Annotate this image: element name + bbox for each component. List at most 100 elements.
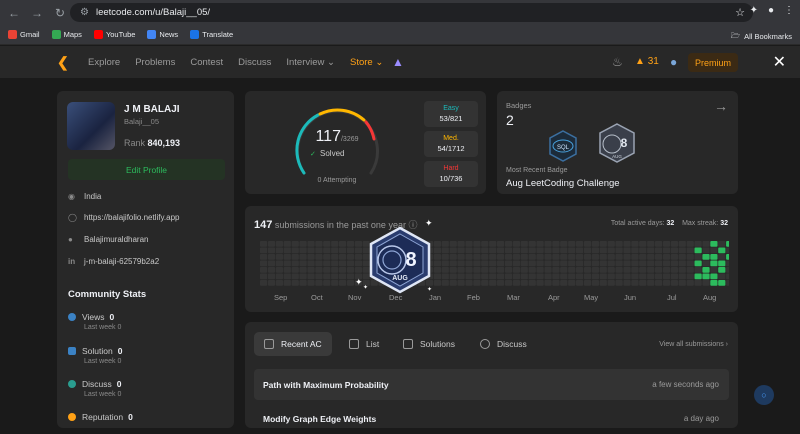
- solved-label: Solved: [320, 149, 344, 158]
- reload-icon[interactable]: ↻: [51, 4, 69, 22]
- heatmap-cell: [670, 267, 678, 273]
- heatmap-cell: [726, 254, 729, 260]
- github-row[interactable]: ● Balajimuraldharan: [68, 235, 148, 244]
- heatmap-cell: [607, 273, 615, 280]
- profile-name: J M BALAJI: [124, 104, 180, 115]
- fire-icon: ▲: [635, 56, 645, 67]
- nav-interview[interactable]: Interview ⌄: [286, 57, 335, 68]
- heatmap-cell: [354, 267, 362, 273]
- month-label: Mar: [507, 293, 520, 302]
- heatmap-cell: [339, 260, 347, 267]
- close-icon[interactable]: ✕: [773, 52, 786, 72]
- streak-counter[interactable]: ▲ 31: [635, 56, 659, 67]
- heatmap-cell: [599, 241, 607, 247]
- bookmark-star-icon[interactable]: ☆: [735, 6, 745, 19]
- feedback-chat-button[interactable]: ○: [754, 385, 774, 405]
- bookmark-translate[interactable]: Translate: [190, 30, 233, 39]
- heatmap-cell: [299, 273, 307, 280]
- chevron-down-icon: ⌄: [375, 56, 384, 68]
- heatmap-cell: [449, 260, 457, 267]
- back-icon[interactable]: ←: [5, 4, 23, 22]
- website-row[interactable]: ◯ https://balajifolio.netlify.app: [68, 213, 179, 222]
- heatmap-cell: [647, 241, 655, 247]
- heatmap-cell: [710, 273, 718, 280]
- heatmap-cell: [678, 280, 686, 286]
- arrow-right-icon[interactable]: →: [714, 98, 728, 114]
- linkedin-row[interactable]: in j-m-balaji-62579b2a2: [68, 257, 159, 266]
- notification-bell-icon[interactable]: ♨: [612, 55, 623, 69]
- heatmap-cell: [607, 280, 615, 286]
- heatmap-cell: [560, 247, 568, 254]
- heatmap-cell: [552, 267, 560, 273]
- community-stats-title: Community Stats: [68, 289, 147, 300]
- location-row: ◉ India: [68, 192, 102, 201]
- heatmap-cell: [615, 247, 623, 254]
- heatmap-cell: [623, 260, 631, 267]
- heatmap-cell: [441, 254, 449, 260]
- heatmap-cell: [623, 254, 631, 260]
- extension-icon[interactable]: ✦: [750, 5, 758, 16]
- heatmap-cell: [291, 247, 299, 254]
- leetcode-logo-icon[interactable]: ❮: [57, 54, 71, 70]
- forward-icon[interactable]: →: [28, 4, 46, 22]
- heatmap-cell: [647, 280, 655, 286]
- tab-list[interactable]: List: [339, 332, 389, 356]
- heatmap-cell: [591, 267, 599, 273]
- heatmap-cell: [260, 260, 268, 267]
- heatmap-cell: [307, 254, 315, 260]
- bookmark-news[interactable]: News: [147, 30, 178, 39]
- site-info-icon[interactable]: ⚙: [80, 7, 89, 18]
- easy-box: Easy 53/821: [424, 101, 478, 127]
- stat-discuss: Discuss 0 Last week 0: [68, 379, 122, 398]
- view-all-submissions-link[interactable]: View all submissions ›: [659, 341, 728, 348]
- discuss-icon: [480, 339, 490, 349]
- heatmap-cell: [536, 254, 544, 260]
- heatmap-cell: [339, 241, 347, 247]
- tab-recent-ac[interactable]: Recent AC: [254, 332, 332, 356]
- sql-badge[interactable]: SQL: [546, 129, 580, 163]
- heatmap-cell: [615, 267, 623, 273]
- heatmap-cell: [576, 241, 584, 247]
- nav-explore[interactable]: Explore: [88, 57, 120, 68]
- heatmap-cell: [481, 254, 489, 260]
- heatmap-cell: [512, 254, 520, 260]
- event-icon[interactable]: ▲: [392, 55, 404, 69]
- stat-reputation: Reputation 0: [68, 412, 133, 422]
- submission-row[interactable]: Modify Graph Edge Weights a day ago: [254, 403, 729, 434]
- user-avatar-icon[interactable]: ●: [670, 55, 677, 69]
- sparkle-icon: ✦: [425, 218, 433, 228]
- heatmap-stats: Total active days: 32 Max streak: 32: [610, 220, 728, 227]
- nav-problems[interactable]: Problems: [135, 57, 175, 68]
- tab-solutions[interactable]: Solutions: [393, 332, 465, 356]
- nav-contest[interactable]: Contest: [190, 57, 223, 68]
- heatmap-cell: [710, 254, 718, 260]
- submission-row[interactable]: Path with Maximum Probability a few secon…: [254, 369, 729, 400]
- svg-text:8: 8: [621, 136, 628, 150]
- bookmark-gmail[interactable]: Gmail: [8, 30, 40, 39]
- heatmap-cell: [639, 260, 647, 267]
- nav-discuss[interactable]: Discuss: [238, 57, 271, 68]
- bookmark-youtube[interactable]: YouTube: [93, 30, 135, 39]
- heatmap-cell: [520, 260, 528, 267]
- bookmark-maps[interactable]: Maps: [51, 30, 82, 39]
- heatmap-cell: [583, 241, 592, 247]
- heatmap-cell: [631, 241, 639, 247]
- badges-title: Badges: [506, 101, 532, 110]
- heatmap-cell: [647, 247, 655, 254]
- tab-discuss[interactable]: Discuss: [470, 332, 537, 356]
- nav-store[interactable]: Store ⌄: [350, 57, 383, 68]
- profile-icon[interactable]: ●: [768, 5, 774, 16]
- menu-icon[interactable]: ⋮: [784, 5, 794, 16]
- heatmap-cell: [457, 254, 465, 260]
- premium-button[interactable]: Premium: [688, 53, 738, 72]
- heatmap-cell: [576, 267, 584, 273]
- aug-badge[interactable]: 8 AUG: [597, 122, 637, 164]
- heatmap-cell: [544, 241, 552, 247]
- all-bookmarks[interactable]: 🗁 All Bookmarks: [731, 30, 792, 43]
- edit-profile-button[interactable]: Edit Profile: [68, 159, 225, 180]
- heatmap-cell: [331, 280, 339, 286]
- heatmap-cell: [607, 247, 615, 254]
- heatmap-cell: [441, 247, 449, 254]
- heatmap-cell: [591, 241, 599, 247]
- address-bar[interactable]: ⚙ leetcode.com/u/Balaji__05/ ☆: [70, 3, 753, 22]
